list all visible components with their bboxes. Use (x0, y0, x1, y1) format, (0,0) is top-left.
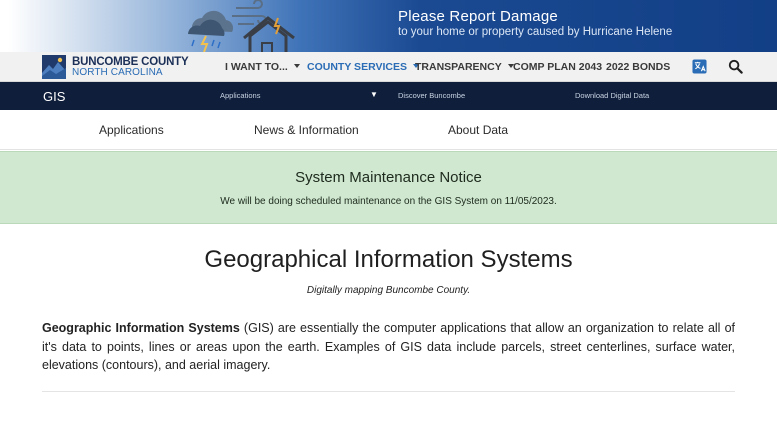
content-divider (42, 391, 735, 392)
nav-label: TRANSPARENCY (415, 61, 502, 73)
maintenance-notice: System Maintenance Notice We will be doi… (0, 151, 777, 224)
tab-about-data[interactable]: About Data (448, 123, 508, 137)
gis-link-download-data[interactable]: Download Digital Data (575, 91, 649, 100)
county-logo[interactable]: BUNCOMBE COUNTY NORTH CAROLINA (42, 55, 189, 79)
page-tagline: Digitally mapping Buncombe County. (306, 285, 471, 296)
main-navigation: BUNCOMBE COUNTY NORTH CAROLINA I WANT TO… (0, 52, 777, 82)
page-title: Geographical Information Systems (204, 246, 573, 273)
hurricane-alert-banner[interactable]: Please Report Damage to your home or pro… (0, 0, 777, 52)
nav-county-services[interactable]: COUNTY SERVICES (307, 61, 419, 73)
nav-transparency[interactable]: TRANSPARENCY (415, 61, 514, 73)
translate-icon[interactable] (692, 59, 707, 74)
alert-subtitle: to your home or property caused by Hurri… (398, 26, 673, 38)
alert-title: Please Report Damage (398, 8, 558, 25)
gis-section-bar: GIS Applications ▼ Discover Buncombe Dow… (0, 82, 777, 110)
intro-paragraph: Geographic Information Systems (GIS) are… (42, 319, 735, 375)
gis-section-title: GIS (43, 89, 66, 104)
gis-link-discover-buncombe[interactable]: Discover Buncombe (398, 91, 465, 100)
caret-down-icon[interactable]: ▼ (370, 90, 378, 99)
nav-label: 2022 BONDS (606, 61, 671, 73)
gis-tabs: Applications News & Information About Da… (0, 110, 777, 150)
nav-label: COMP PLAN 2043 (513, 61, 603, 73)
notice-title: System Maintenance Notice (295, 169, 482, 186)
notice-body: We will be doing scheduled maintenance o… (220, 196, 557, 207)
gis-link-applications[interactable]: Applications (220, 91, 260, 100)
caret-down-icon (293, 64, 300, 69)
search-icon[interactable] (728, 59, 743, 74)
intro-term: Geographic Information Systems (42, 321, 240, 335)
nav-label: I WANT TO... (225, 61, 288, 73)
nav-2022-bonds[interactable]: 2022 BONDS (606, 61, 670, 73)
logo-state-name: NORTH CAROLINA (72, 67, 163, 78)
nav-comp-plan-2043[interactable]: COMP PLAN 2043 (513, 61, 602, 73)
tab-applications[interactable]: Applications (99, 123, 164, 137)
mountain-logo-icon (42, 55, 66, 79)
storm-house-icon (188, 0, 295, 52)
nav-label: COUNTY SERVICES (307, 61, 407, 73)
nav-i-want-to[interactable]: I WANT TO... (225, 61, 300, 73)
tab-news-information[interactable]: News & Information (254, 123, 359, 137)
